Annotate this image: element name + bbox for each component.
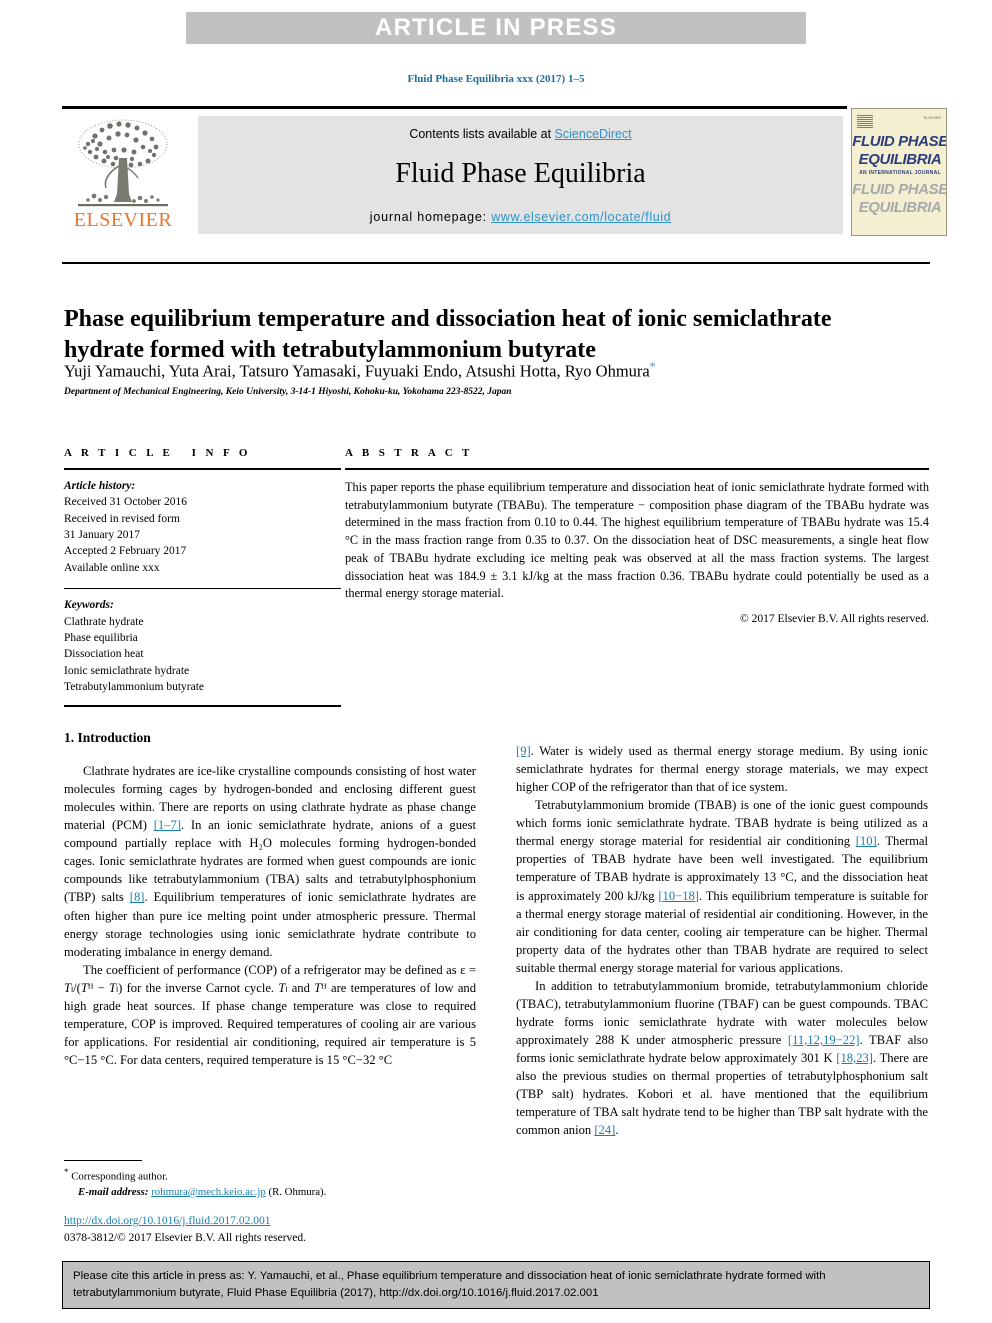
sciencedirect-link[interactable]: ScienceDirect	[555, 127, 632, 141]
paragraph: [9]. Water is widely used as thermal ene…	[516, 744, 928, 795]
journal-info-band: Contents lists available at ScienceDirec…	[198, 116, 843, 234]
keyword-item: Clathrate hydrate	[64, 615, 144, 628]
cover-line-1: FLUID PHASE	[852, 133, 947, 150]
page-title: Phase equilibrium temperature and dissoc…	[64, 306, 832, 363]
doi-block: http://dx.doi.org/10.1016/j.fluid.2017.0…	[64, 1213, 484, 1246]
article-info-rule	[64, 468, 341, 470]
keywords-top-rule	[64, 587, 341, 590]
keywords-label: Keywords:	[64, 599, 114, 612]
email-label: E-mail address:	[78, 1185, 149, 1198]
abstract-column: A B S T R A C T This paper reports the p…	[345, 447, 929, 625]
history-item: 31 January 2017	[64, 528, 141, 541]
article-history-label: Article history:	[64, 480, 136, 492]
footnote-block: * Corresponding author. E-mail address: …	[64, 1166, 484, 1200]
issn-copyright-line: 0378-3812/© 2017 Elsevier B.V. All right…	[64, 1231, 307, 1244]
cover-line-2: EQUILIBRIA	[858, 151, 942, 168]
doi-link[interactable]: http://dx.doi.org/10.1016/j.fluid.2017.0…	[64, 1215, 270, 1227]
homepage-url-link[interactable]: www.elsevier.com/locate/fluid	[491, 210, 671, 224]
contents-prefix: Contents lists available at	[409, 127, 555, 141]
cite-this-article-box: Please cite this article in press as: Y.…	[62, 1261, 930, 1309]
email-owner: (R. Ohmura).	[268, 1185, 327, 1198]
article-info-column: A R T I C L E I N F O Article history: R…	[64, 447, 341, 707]
keywords-bottom-rule	[64, 705, 341, 707]
abstract-heading: A B S T R A C T	[345, 447, 473, 459]
journal-masthead: ELSEVIER Contents lists available at Sci…	[62, 106, 947, 236]
article-in-press-banner: ARTICLE IN PRESS	[186, 12, 806, 44]
introduction-heading: 1. Introduction	[64, 730, 151, 745]
math-variable: T	[80, 980, 88, 995]
homepage-label: journal homepage:	[369, 210, 492, 224]
body-column-left: 1. Introduction Clathrate hydrates are i…	[64, 730, 476, 1069]
history-item: Received in revised form	[64, 512, 180, 525]
keyword-item: Tetrabutylammonium butyrate	[64, 681, 205, 694]
abstract-rule	[345, 468, 929, 470]
history-item: Accepted 2 February 2017	[64, 545, 187, 558]
cover-line-4: EQUILIBRIA	[858, 199, 942, 216]
keyword-item: Phase equilibria	[64, 632, 138, 645]
corresponding-author-marker[interactable]: *	[650, 359, 656, 373]
article-history-block: Article history: Received 31 October 201…	[64, 478, 341, 576]
corresponding-author-text: Corresponding author.	[71, 1170, 168, 1183]
cover-line-3: FLUID PHASE	[852, 181, 947, 198]
paragraph: Tetrabutylammonium bromide (TBAB) is one…	[516, 798, 928, 975]
citation-link[interactable]: [10]	[856, 834, 877, 848]
citation-link[interactable]: [1–7]	[154, 818, 181, 832]
title-separator-rule	[62, 262, 930, 264]
footnote-separator-rule	[64, 1160, 142, 1161]
journal-reference-line: Fluid Phase Equilibria xxx (2017) 1–5	[407, 73, 585, 85]
affiliation: Department of Mechanical Engineering, Ke…	[64, 387, 512, 397]
citation-link[interactable]: [8]	[130, 890, 145, 904]
cover-elsevier-icon	[857, 114, 873, 128]
citation-link[interactable]: [10−18]	[658, 889, 699, 903]
journal-title: Fluid Phase Equilibria	[395, 158, 646, 189]
article-info-heading: A R T I C L E I N F O	[64, 447, 251, 459]
corresponding-author-note: * Corresponding author.	[64, 1166, 484, 1185]
math-variable: T	[314, 980, 322, 995]
body-column-right: [9]. Water is widely used as thermal ene…	[516, 742, 928, 1139]
keyword-item: Dissociation heat	[64, 648, 144, 661]
paragraph: The coefficient of performance (COP) of …	[64, 962, 477, 1067]
elsevier-wordmark: ELSEVIER	[73, 209, 173, 231]
author-list: Yuji Yamauchi, Yuta Arai, Tatsuro Yamasa…	[64, 359, 894, 382]
paragraph: Clathrate hydrates are ice-like crystall…	[64, 764, 477, 959]
masthead-top-rule	[62, 106, 847, 109]
email-link[interactable]: rohmura@mech.keio.ac.jp	[151, 1186, 266, 1198]
math-variable: T	[278, 980, 286, 995]
history-item: Available online xxx	[64, 561, 160, 574]
keywords-block: Keywords: Clathrate hydrate Phase equili…	[64, 597, 341, 695]
cover-corner-text: ELSEVIER	[923, 116, 941, 120]
history-item: Received 31 October 2016	[64, 496, 187, 509]
article-in-press-label: ARTICLE IN PRESS	[375, 14, 617, 41]
math-variable: T	[64, 980, 72, 995]
citation-link[interactable]: [18,23]	[836, 1051, 873, 1065]
author-names: Yuji Yamauchi, Yuta Arai, Tatsuro Yamasa…	[64, 361, 650, 381]
paragraph: In addition to tetrabutylammonium bromid…	[516, 978, 928, 1138]
cover-subtitle: AN INTERNATIONAL JOURNAL	[859, 170, 941, 176]
citation-link[interactable]: [11,12,19−22]	[788, 1033, 860, 1047]
cite-this-article-text: Please cite this article in press as: Y.…	[73, 1270, 826, 1300]
email-note: E-mail address: rohmura@mech.keio.ac.jp …	[64, 1185, 484, 1200]
keyword-item: Ionic semiclathrate hydrate	[64, 664, 190, 677]
elsevier-tree-icon	[78, 119, 168, 207]
journal-homepage-line: journal homepage: www.elsevier.com/locat…	[198, 210, 843, 224]
citation-link[interactable]: [24]	[594, 1123, 615, 1137]
abstract-text: This paper reports the phase equilibrium…	[345, 480, 929, 601]
elsevier-logo: ELSEVIER	[64, 114, 182, 234]
journal-cover-thumbnail: ELSEVIER FLUID PHASE EQUILIBRIA AN INTER…	[851, 108, 947, 236]
citation-link[interactable]: [9]	[516, 744, 531, 758]
math-variable: T	[109, 980, 117, 995]
footnote-star: *	[64, 1167, 69, 1177]
contents-available-line: Contents lists available at ScienceDirec…	[198, 116, 843, 141]
abstract-copyright: © 2017 Elsevier B.V. All rights reserved…	[740, 612, 929, 625]
